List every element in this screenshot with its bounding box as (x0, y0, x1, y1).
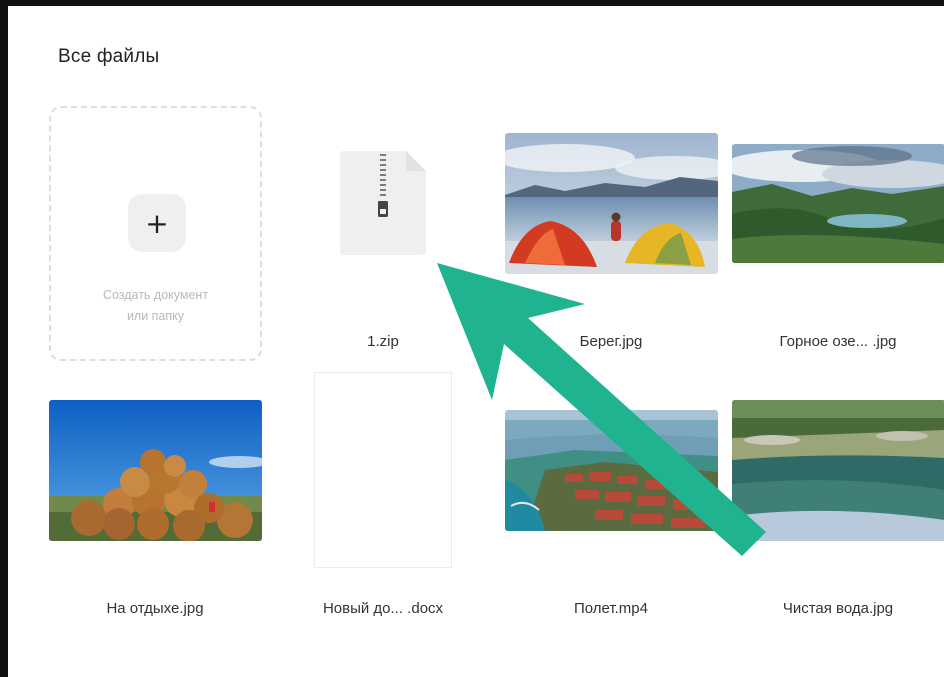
file-name[interactable]: На отдыхе.jpg (45, 600, 265, 617)
thumbnail-polet-video[interactable] (505, 410, 718, 531)
file-name[interactable]: Новый до... .docx (273, 600, 493, 617)
file-name[interactable]: Полет.mp4 (501, 600, 721, 617)
thumbnail-bereg[interactable] (505, 133, 718, 274)
thumbnail-na-otdykhe[interactable] (49, 400, 262, 541)
file-name[interactable]: Берег.jpg (501, 333, 721, 350)
thumbnail-mountain-lake[interactable] (732, 144, 944, 263)
file-browser-window: Все файлы + Создать документ или папку 1… (0, 0, 944, 677)
create-card-label: Создать документ или папку (102, 288, 209, 323)
create-document-or-folder-card[interactable]: + Создать документ или папку (49, 106, 262, 361)
aerial-resort-image (505, 410, 718, 531)
clear-water-image (732, 400, 944, 541)
mountain-lake-image (732, 144, 944, 263)
plus-icon[interactable]: + (128, 194, 186, 252)
page-title: Все файлы (58, 46, 160, 67)
hay-bales-image (49, 400, 262, 541)
file-name[interactable]: Чистая вода.jpg (728, 600, 944, 617)
zip-file-icon (340, 151, 426, 255)
file-name[interactable]: Горное озе... .jpg (728, 333, 944, 350)
file-name[interactable]: 1.zip (273, 333, 493, 350)
thumbnail-chistaya-voda[interactable] (732, 400, 944, 541)
beach-tents-image (505, 133, 718, 274)
blank-document-thumbnail[interactable] (314, 372, 452, 568)
